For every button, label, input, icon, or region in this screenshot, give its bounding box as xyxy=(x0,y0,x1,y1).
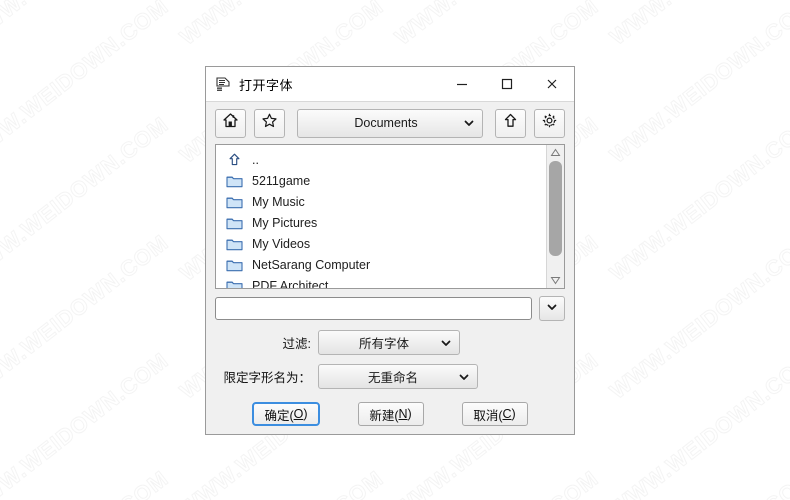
watermark-text: WWW.WEIDOWN.COM xyxy=(175,465,389,500)
glyph-naming-row: 限定字形名为： 无重命名 xyxy=(215,364,565,389)
gear-icon xyxy=(541,112,558,134)
filename-history-button[interactable] xyxy=(539,296,565,321)
watermark-text: WWW.WEIDOWN.COM xyxy=(605,111,790,286)
home-icon xyxy=(222,112,239,134)
watermark-text: WWW.WEIDOWN.COM xyxy=(605,465,790,500)
watermark-text: WWW.WEIDOWN.COM xyxy=(0,111,174,286)
file-list-row-label: My Pictures xyxy=(252,215,318,230)
file-list-row-label: NetSarang Computer xyxy=(252,257,371,272)
settings-button[interactable] xyxy=(534,108,565,138)
folder-icon xyxy=(226,257,243,272)
watermark-text: WWW.WEIDOWN.COM xyxy=(0,229,174,404)
parent-directory-row[interactable]: .. xyxy=(216,149,546,170)
filter-row: 过滤: 所有字体 xyxy=(215,330,565,355)
home-button[interactable] xyxy=(215,108,246,138)
folder-icon xyxy=(226,215,243,230)
file-list-row[interactable]: My Pictures xyxy=(216,212,546,233)
new-button-accel: N xyxy=(398,407,408,421)
watermark-text: WWW.WEIDOWN.COM xyxy=(390,0,604,50)
watermark-text: WWW.WEIDOWN.COM xyxy=(0,347,174,500)
file-list-row-label: My Music xyxy=(252,194,305,209)
ok-button-label: 确定( xyxy=(264,408,294,423)
file-list-scrollbar[interactable] xyxy=(546,145,564,288)
chevron-down-icon xyxy=(437,337,455,349)
new-button-label: 新建( xyxy=(369,408,399,423)
glyph-naming-combobox[interactable]: 无重命名 xyxy=(318,364,478,389)
glyph-naming-value: 无重命名 xyxy=(367,371,418,385)
folder-icon xyxy=(226,236,243,251)
scrollbar-thumb[interactable] xyxy=(549,161,562,257)
path-combobox[interactable]: Documents xyxy=(297,108,483,138)
chevron-down-icon xyxy=(546,300,558,318)
file-list-row[interactable]: PDF Architect xyxy=(216,275,546,288)
watermark-text: WWW.WEIDOWN.COM xyxy=(605,229,790,404)
watermark-text: WWW.WEIDOWN.COM xyxy=(605,0,790,50)
minimize-button[interactable] xyxy=(439,68,484,101)
scroll-up-button[interactable] xyxy=(547,145,564,160)
close-button[interactable] xyxy=(529,68,574,101)
file-list-row-label: My Videos xyxy=(252,236,311,251)
watermark-text: WWW.WEIDOWN.COM xyxy=(605,0,790,168)
font-file-icon xyxy=(215,76,231,92)
watermark-text: WWW.WEIDOWN.COM xyxy=(0,465,174,500)
file-list-row[interactable]: My Music xyxy=(216,191,546,212)
scrollbar-track[interactable] xyxy=(547,160,564,273)
cancel-button[interactable]: 取消(C) xyxy=(461,402,528,426)
new-folder-button[interactable]: 新建(N) xyxy=(357,402,424,426)
dialog-action-buttons: 确定(O) 新建(N) 取消(C) xyxy=(215,402,565,434)
ok-button-accel: O xyxy=(293,407,304,421)
folder-icon xyxy=(226,173,243,188)
title-bar: 打开字体 xyxy=(206,67,574,102)
filter-label: 过滤: xyxy=(282,337,311,351)
watermark-text: WWW.WEIDOWN.COM xyxy=(0,0,174,168)
parent-directory-button[interactable] xyxy=(495,108,526,138)
ok-button-tail: ) xyxy=(303,407,308,421)
file-list-row-label: .. xyxy=(252,152,259,167)
cancel-button-label: 取消( xyxy=(473,408,503,423)
file-list-panel: .. 5211game My Music My Pictures My Vide… xyxy=(215,144,565,289)
file-list-row-label: 5211game xyxy=(252,173,311,188)
filename-input[interactable] xyxy=(215,297,532,320)
file-list-row-label: PDF Architect xyxy=(252,278,329,289)
maximize-button[interactable] xyxy=(484,68,529,101)
cancel-button-tail: ) xyxy=(511,407,516,421)
path-combobox-value: Documents xyxy=(354,116,418,130)
up-arrow-icon xyxy=(226,152,243,167)
scroll-down-button[interactable] xyxy=(547,273,564,288)
filter-combobox[interactable]: 所有字体 xyxy=(318,330,460,355)
filename-row xyxy=(215,296,565,321)
file-list-row[interactable]: 5211game xyxy=(216,170,546,191)
up-arrow-icon xyxy=(502,112,519,134)
dialog-title: 打开字体 xyxy=(239,77,294,93)
file-list-row[interactable]: NetSarang Computer xyxy=(216,254,546,275)
folder-icon xyxy=(226,194,243,209)
star-icon xyxy=(261,112,278,134)
ok-button[interactable]: 确定(O) xyxy=(252,402,320,426)
watermark-text: WWW.WEIDOWN.COM xyxy=(175,0,389,50)
file-list[interactable]: .. 5211game My Music My Pictures My Vide… xyxy=(216,145,546,288)
dialog-bottom-controls: 过滤: 所有字体 限定字形名为： 无重命名 确定(O) 新建(N) 取消(… xyxy=(206,289,574,434)
bookmark-button[interactable] xyxy=(254,108,285,138)
open-font-dialog: 打开字体 Documents .. 5211game My Music My P… xyxy=(205,66,575,435)
glyph-naming-label: 限定字形名为： xyxy=(223,371,311,385)
watermark-text: WWW.WEIDOWN.COM xyxy=(390,465,604,500)
navigation-toolbar: Documents xyxy=(206,102,574,144)
chevron-down-icon xyxy=(455,371,473,383)
new-button-tail: ) xyxy=(407,407,412,421)
watermark-text: WWW.WEIDOWN.COM xyxy=(605,347,790,500)
file-list-row[interactable]: My Videos xyxy=(216,233,546,254)
cancel-button-accel: C xyxy=(502,407,512,421)
folder-icon xyxy=(226,278,243,288)
filter-value: 所有字体 xyxy=(358,337,409,351)
watermark-text: WWW.WEIDOWN.COM xyxy=(0,0,174,50)
chevron-down-icon xyxy=(460,117,478,129)
